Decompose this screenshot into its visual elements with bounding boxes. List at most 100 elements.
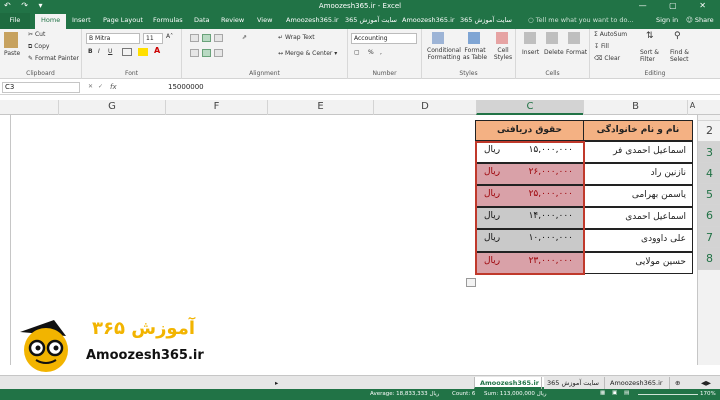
tab-view[interactable]: View [257,16,272,24]
share-button[interactable]: ☺ Share [686,16,714,24]
font-name-select[interactable]: B Mitra [86,33,140,44]
font-color-icon[interactable]: A [154,46,160,55]
add-sheet-icon[interactable]: ⊕ [669,377,685,389]
zoom-slider[interactable] [638,394,698,395]
name-cell[interactable]: اسماعیل احمدی [583,207,693,229]
column-header-a[interactable]: A [687,100,697,115]
name-cell[interactable]: یاسمن بهرامی [583,185,693,207]
format-painter-button[interactable]: ✎ Format Painter [28,55,79,62]
row-header-8[interactable]: 8 [698,247,720,269]
italic-button[interactable]: I [98,48,100,55]
wrap-text-button[interactable]: ↵ Wrap Text [278,34,315,41]
tab-custom-4[interactable]: سایت آموزش 365 [460,16,512,24]
column-header-c[interactable]: C [476,100,583,115]
format-button[interactable]: Format [566,49,587,56]
sort-icon[interactable]: ⇅ [646,31,654,41]
tab-custom-1[interactable]: Amoozesh365.ir [286,16,339,24]
column-header-g[interactable]: G [58,100,165,115]
magnifier-icon[interactable]: ⚲ [674,31,681,41]
cell-styles-button[interactable]: Cell Styles [492,47,514,61]
row-header-7[interactable]: 7 [698,226,720,247]
grow-font-button[interactable]: A˄ [166,33,173,40]
quick-analysis-icon[interactable] [466,278,476,287]
underline-button[interactable]: U [108,48,112,55]
column-header-f[interactable]: F [165,100,267,115]
column-header-b[interactable]: B [583,100,687,115]
tab-custom-3[interactable]: Amoozesh365.ir [402,16,455,24]
row-header-5[interactable]: 5 [698,183,720,204]
copy-button[interactable]: ⧉ Copy [28,43,49,51]
tab-file[interactable]: File [0,13,30,29]
delete-cells-icon[interactable] [546,32,558,44]
name-cell[interactable]: نازنین راد [583,163,693,185]
align-right-icon[interactable] [214,49,223,57]
view-normal-icon[interactable]: ▦ [600,390,605,396]
align-middle-icon[interactable] [202,34,211,42]
sheet-tab[interactable]: سایت آموزش 365 [541,377,604,389]
font-size-select[interactable]: 11 [143,33,163,44]
find-select-button[interactable]: Find & Select [670,49,700,63]
currency-icon[interactable]: ▢ [354,49,360,56]
enter-icon[interactable]: ✓ [98,83,103,90]
delete-button[interactable]: Delete [544,49,564,56]
comma-button[interactable]: , [380,49,382,56]
header-cell-name[interactable]: نام و نام خانوادگی [583,120,693,141]
sheet-tab[interactable]: Amoozesh365.ir [604,377,668,389]
format-as-table-button[interactable]: Format as Table [462,47,488,61]
row-header-6[interactable]: 6 [698,204,720,226]
tab-page-layout[interactable]: Page Layout [103,16,143,24]
conditional-formatting-icon[interactable] [432,32,444,44]
number-format-select[interactable]: Accounting [351,33,417,44]
column-header-d[interactable]: D [373,100,476,115]
format-table-icon[interactable] [468,32,480,44]
clear-button[interactable]: ⌫ Clear [594,55,620,62]
row-header-4[interactable]: 4 [698,162,720,183]
paste-button[interactable]: Paste [4,50,20,57]
row-header-2[interactable]: 2 [698,120,720,141]
tab-data[interactable]: Data [194,16,210,24]
formula-input[interactable]: 15000000 [168,83,204,91]
autosum-button[interactable]: Σ AutoSum [594,31,627,38]
header-cell-salary[interactable]: حقوق دریافتی [475,120,584,141]
merge-center-button[interactable]: ↔ Merge & Center ▾ [278,50,337,57]
bold-button[interactable]: B [88,48,93,55]
view-break-icon[interactable]: ▤ [624,390,629,396]
scroll-tabs-icon[interactable]: ▸ [270,377,283,389]
name-cell[interactable]: حسین مولایی [583,252,693,274]
paste-icon[interactable] [4,32,18,48]
sort-filter-button[interactable]: Sort & Filter [640,49,670,63]
align-center-icon[interactable] [202,49,211,57]
tell-me-box[interactable]: ○ Tell me what you want to do... [528,16,634,24]
align-left-icon[interactable] [190,49,199,57]
fill-color-icon[interactable] [138,48,148,56]
zoom-level[interactable]: 170% [700,391,716,397]
align-bottom-icon[interactable] [214,34,223,42]
row-header-3[interactable]: 3 [698,141,720,162]
name-box[interactable]: C3 [2,82,80,93]
percent-button[interactable]: % [368,49,374,56]
cancel-icon[interactable]: ✕ [88,83,93,90]
name-cell[interactable]: اسماعیل احمدی فر [583,141,693,163]
insert-function-button[interactable]: fx [110,83,117,91]
sheet-nav-icon[interactable]: ◀▶ [696,377,716,389]
tab-formulas[interactable]: Formulas [153,16,183,24]
column-header-e[interactable]: E [267,100,373,115]
tab-insert[interactable]: Insert [72,16,91,24]
tab-review[interactable]: Review [221,16,244,24]
sign-in-link[interactable]: Sign in [656,16,678,24]
sheet-tab[interactable]: Amoozesh365.ir [474,377,544,389]
align-top-icon[interactable] [190,34,199,42]
insert-button[interactable]: Insert [522,49,539,56]
orientation-icon[interactable]: ⇗ [242,34,247,41]
cut-button[interactable]: ✂ Cut [28,31,45,38]
name-cell[interactable]: علی داوودی [583,229,693,252]
conditional-formatting-button[interactable]: Conditional Formatting [424,47,464,61]
tab-custom-2[interactable]: سایت آموزش 365 [345,16,397,24]
tab-home[interactable]: Home [35,14,67,29]
borders-icon[interactable] [122,48,132,56]
insert-cells-icon[interactable] [524,32,536,44]
cell-styles-icon[interactable] [496,32,508,44]
fill-button[interactable]: ↧ Fill [594,43,609,50]
format-cells-icon[interactable] [568,32,580,44]
view-layout-icon[interactable]: ▣ [612,390,617,396]
